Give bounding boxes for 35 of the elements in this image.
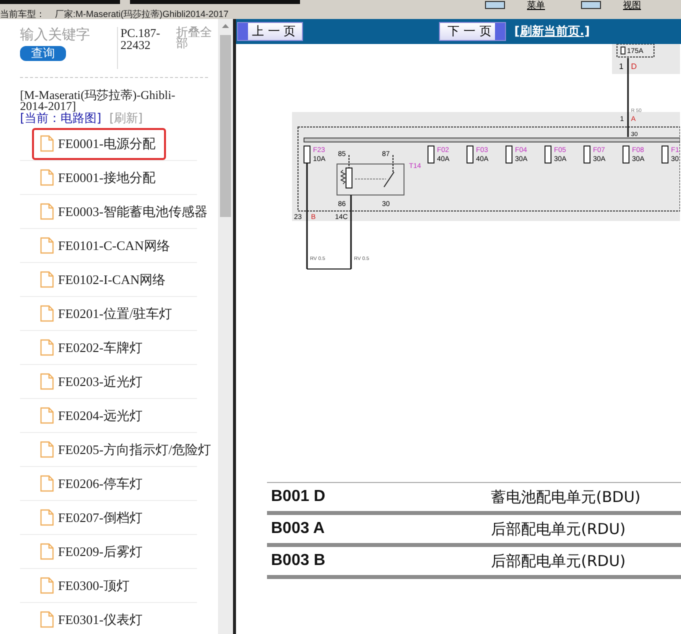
tree-item[interactable]: FE0203-近光灯 xyxy=(32,366,152,398)
model-title: [M-Maserati(玛莎拉蒂)-Ghibli-2014-2017] xyxy=(19,87,176,112)
connector-code: B001 D xyxy=(270,488,326,506)
component-name: 蓄电池配电单元(BDU) xyxy=(491,488,641,506)
next-page-button[interactable]: 下 一 页 xyxy=(438,22,506,41)
connector-code: B003 B xyxy=(270,552,326,570)
tree-item[interactable]: FE0204-远光灯 xyxy=(32,400,152,432)
vehicle-value: 厂家:M-Maserati(玛莎拉蒂)Ghibli2014-2017 xyxy=(55,10,229,19)
search-button[interactable]: 查询 xyxy=(20,46,66,61)
connector-label: D xyxy=(631,62,637,71)
component-name: 后部配电单元(RDU) xyxy=(491,552,626,570)
tree-item[interactable]: FE0301-仪表灯 xyxy=(32,604,152,634)
refresh-page-link[interactable]: [刷新当前页.] xyxy=(514,23,590,40)
tree-item[interactable]: FE0101-C-CAN网络 xyxy=(32,230,180,262)
tree-item[interactable]: FE0102-I-CAN网络 xyxy=(32,264,176,296)
tree-item[interactable]: FE0209-后雾灯 xyxy=(32,536,152,568)
tree-item[interactable]: FE0300-顶灯 xyxy=(32,570,140,602)
previous-page-button[interactable]: 上 一 页 xyxy=(237,22,303,41)
pin-number: 1 xyxy=(619,62,624,71)
tree-item[interactable]: FE0207-倒档灯 xyxy=(32,502,152,534)
vehicle-label: 当前车型： xyxy=(0,10,45,19)
toolbar-link[interactable]: 视图 xyxy=(623,0,641,10)
search-field[interactable]: 输入关键字 xyxy=(20,27,116,43)
component-name: 后部配电单元(RDU) xyxy=(491,520,626,538)
tree-item[interactable]: FE0001-接地分配 xyxy=(32,162,166,194)
toolbar-link[interactable]: 菜单 xyxy=(527,0,545,10)
tree-item[interactable]: FE0001-电源分配 xyxy=(32,128,166,160)
current-link[interactable]: [当前：电路图] xyxy=(20,112,102,125)
tree-item[interactable]: FE0003-智能蓄电池传感器 xyxy=(32,196,218,228)
tree-item[interactable]: FE0202-车牌灯 xyxy=(32,332,152,364)
tree-item[interactable]: FE0206-停车灯 xyxy=(32,468,152,500)
tree-item[interactable]: FE0205-方向指示灯/危险灯 xyxy=(32,434,218,466)
code-text: PC.187-22432 xyxy=(117,27,172,69)
connector-code: B003 A xyxy=(270,520,326,538)
tree-item[interactable]: FE0201-位置/驻车灯 xyxy=(32,298,182,330)
